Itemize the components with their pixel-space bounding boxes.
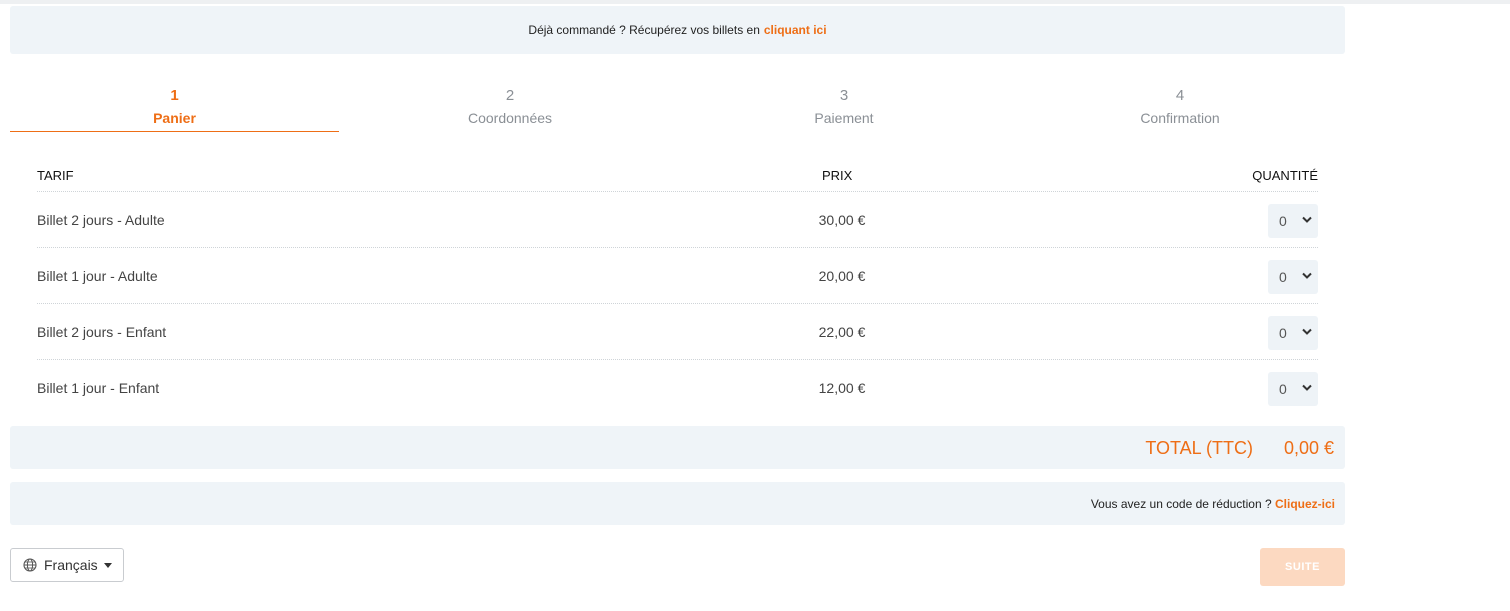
retrieve-tickets-link[interactable]: cliquant ici bbox=[764, 23, 827, 37]
ticket-price: 12,00 € bbox=[818, 380, 866, 396]
language-dropdown[interactable]: Français bbox=[10, 548, 124, 582]
table-row: Billet 2 jours - Enfant 22,00 € 0 bbox=[37, 304, 1318, 360]
total-label: TOTAL (TTC) bbox=[1145, 438, 1253, 458]
header-quantite: QUANTITÉ bbox=[1252, 168, 1318, 183]
step-label: Confirmation bbox=[1140, 110, 1220, 126]
quantity-value: 0 bbox=[1279, 325, 1287, 341]
quantity-value: 0 bbox=[1279, 381, 1287, 397]
header-prix: PRIX bbox=[822, 168, 853, 183]
step-number: 3 bbox=[839, 87, 849, 104]
promo-text-wrapper: Vous avez un code de réduction ? Cliquez… bbox=[1091, 497, 1335, 511]
chevron-down-icon bbox=[1302, 328, 1312, 335]
language-label: Français bbox=[44, 557, 98, 573]
top-divider bbox=[0, 0, 1510, 4]
ticket-price: 22,00 € bbox=[818, 324, 866, 340]
chevron-down-icon bbox=[1302, 384, 1312, 391]
tickets-table: TARIF PRIX QUANTITÉ Billet 2 jours - Adu… bbox=[37, 160, 1318, 415]
step-number: 4 bbox=[1175, 87, 1185, 104]
table-row: Billet 1 jour - Enfant 12,00 € 0 bbox=[37, 360, 1318, 415]
step-cart: 1 Panier bbox=[10, 86, 339, 132]
ticket-price: 30,00 € bbox=[818, 212, 866, 228]
ticket-price: 20,00 € bbox=[818, 268, 866, 284]
step-label: Panier bbox=[153, 110, 196, 126]
step-details: 2 Coordonnées bbox=[410, 86, 610, 128]
caret-down-icon bbox=[104, 563, 112, 568]
promo-code-bar: Vous avez un code de réduction ? Cliquez… bbox=[10, 482, 1345, 525]
total-bar: TOTAL (TTC) 0,00 € bbox=[10, 426, 1345, 469]
ticket-name: Billet 2 jours - Adulte bbox=[37, 212, 165, 228]
ticket-name: Billet 1 jour - Adulte bbox=[37, 268, 158, 284]
step-payment: 3 Paiement bbox=[744, 86, 944, 128]
ticket-name: Billet 2 jours - Enfant bbox=[37, 324, 167, 340]
quantity-select[interactable]: 0 bbox=[1268, 204, 1318, 238]
total-amount: 0,00 € bbox=[1283, 438, 1334, 458]
quantity-value: 0 bbox=[1279, 269, 1287, 285]
chevron-down-icon bbox=[1302, 272, 1312, 279]
banner-text: Déjà commandé ? Récupérez vos billets en bbox=[528, 23, 760, 37]
header-tarif: TARIF bbox=[37, 168, 74, 183]
table-row: Billet 1 jour - Adulte 20,00 € 0 bbox=[37, 248, 1318, 304]
globe-icon bbox=[23, 558, 37, 572]
chevron-down-icon bbox=[1302, 216, 1312, 223]
step-label: Paiement bbox=[814, 110, 874, 126]
already-ordered-banner: Déjà commandé ? Récupérez vos billets en… bbox=[10, 6, 1345, 54]
quantity-select[interactable]: 0 bbox=[1268, 372, 1318, 406]
quantity-select[interactable]: 0 bbox=[1268, 316, 1318, 350]
step-number: 2 bbox=[505, 87, 515, 104]
table-header: TARIF PRIX QUANTITÉ bbox=[37, 160, 1318, 192]
quantity-value: 0 bbox=[1279, 213, 1287, 229]
step-label: Coordonnées bbox=[467, 110, 553, 126]
next-button[interactable]: SUITE bbox=[1260, 548, 1345, 586]
ticket-name: Billet 1 jour - Enfant bbox=[37, 380, 160, 396]
step-number: 1 bbox=[170, 87, 179, 104]
table-row: Billet 2 jours - Adulte 30,00 € 0 bbox=[37, 192, 1318, 248]
step-confirmation: 4 Confirmation bbox=[1080, 86, 1280, 128]
quantity-select[interactable]: 0 bbox=[1268, 260, 1318, 294]
checkout-steps: 1 Panier 2 Coordonnées 3 Paiement 4 Conf… bbox=[10, 86, 1345, 132]
promo-text: Vous avez un code de réduction ? bbox=[1090, 497, 1272, 511]
promo-code-link[interactable]: Cliquez-ici bbox=[1275, 497, 1335, 511]
